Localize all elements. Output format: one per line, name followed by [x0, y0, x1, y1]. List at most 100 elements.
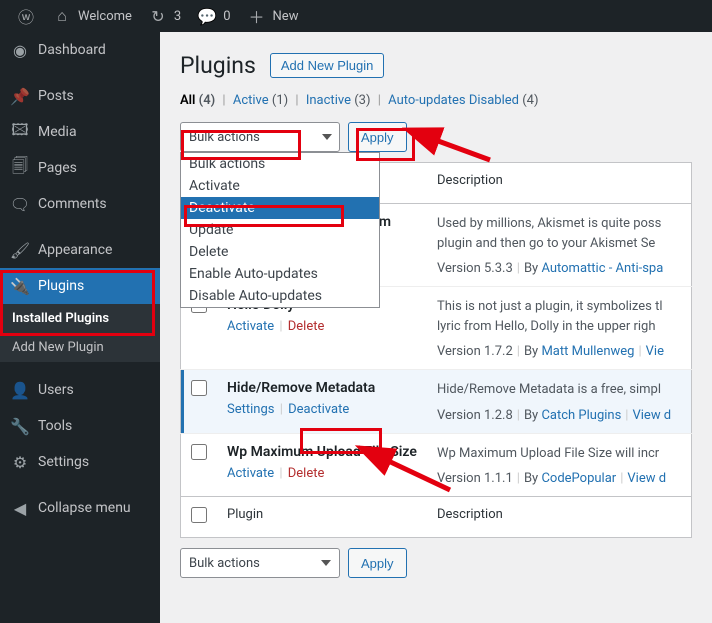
row-actions: Activate | Delete	[227, 319, 417, 334]
apply-button[interactable]: Apply	[348, 122, 407, 152]
tools-icon: 🔧	[10, 416, 30, 436]
plugin-by: By	[524, 408, 541, 423]
row-checkbox[interactable]	[191, 444, 207, 460]
collapse-label: Collapse menu	[38, 500, 131, 516]
comments[interactable]: 💬0	[189, 0, 238, 32]
col-description[interactable]: Description	[427, 163, 692, 204]
plugin-description: Hide/Remove Metadata is a free, simpl	[437, 380, 681, 400]
bulk-option-activate[interactable]: Activate	[181, 175, 379, 197]
sidebar-item-label: Posts	[38, 88, 74, 104]
bulk-option-enable-auto[interactable]: Enable Auto-updates	[181, 263, 379, 285]
plugin-description: This is not just a plugin, it symbolizes…	[437, 297, 681, 336]
bulk-option-delete[interactable]: Delete	[181, 241, 379, 263]
admin-sidebar: ◉ Dashboard 📌 Posts 🖾 Media 🗐 Pages 🗨 Comment…	[0, 32, 160, 623]
main-content: Plugins Add New Plugin All (4) | Active …	[160, 32, 712, 623]
plugin-by: By	[524, 261, 541, 276]
submenu-add-new-plugin[interactable]: Add New Plugin	[0, 333, 160, 362]
users-icon: 👤	[10, 380, 30, 400]
settings-icon: ⚙	[10, 452, 30, 472]
plugin-view-link[interactable]: View d	[627, 471, 666, 486]
row-action-delete[interactable]: Delete	[288, 319, 325, 334]
updates-count: 3	[174, 9, 181, 24]
wp-logo[interactable]: ⓦ	[8, 0, 44, 32]
row-action-activate[interactable]: Activate	[227, 319, 274, 334]
filter-all[interactable]: All (4)	[180, 93, 215, 108]
sidebar-item-plugins[interactable]: 🔌Plugins	[0, 268, 160, 304]
row-action-delete[interactable]: Delete	[288, 466, 325, 481]
dashboard-icon: ◉	[10, 40, 30, 60]
sidebar-item-users[interactable]: 👤Users	[0, 372, 160, 408]
sidebar-item-label: Pages	[38, 160, 77, 176]
site-name: Welcome	[78, 9, 132, 24]
sidebar-item-tools[interactable]: 🔧Tools	[0, 408, 160, 444]
sidebar-item-dashboard[interactable]: ◉ Dashboard	[0, 32, 160, 68]
submenu-installed-plugins[interactable]: Installed Plugins	[0, 304, 160, 333]
refresh-icon: ↻	[148, 6, 168, 26]
plugin-author-link[interactable]: CodePopular	[541, 471, 616, 486]
sidebar-item-appearance[interactable]: 🖌 Appearance	[0, 232, 160, 268]
brush-icon: 🖌	[10, 240, 30, 260]
sidebar-item-label: Media	[38, 124, 77, 140]
bulk-actions-select-bottom[interactable]: Bulk actions	[180, 548, 340, 578]
media-icon: 🖾	[10, 122, 30, 142]
comment-icon: 🗨	[10, 194, 30, 214]
sidebar-item-posts[interactable]: 📌 Posts	[0, 78, 160, 114]
bulk-actions-wrap: Bulk actions Bulk actions Activate Deact…	[180, 122, 340, 152]
sidebar-item-comments[interactable]: 🗨 Comments	[0, 186, 160, 222]
page-icon: 🗐	[10, 158, 30, 178]
plugin-version: Version 1.7.2	[437, 344, 513, 359]
chevron-down-icon	[321, 560, 331, 566]
sidebar-item-label: Dashboard	[38, 42, 106, 58]
plugin-by: By	[524, 471, 541, 486]
plugins-submenu: Installed Plugins Add New Plugin	[0, 304, 160, 362]
plugin-view-link[interactable]: View d	[632, 408, 671, 423]
page-title: Plugins	[180, 52, 256, 79]
apply-button-bottom[interactable]: Apply	[348, 548, 407, 578]
collapse-menu[interactable]: ◀ Collapse menu	[0, 490, 160, 526]
col-plugin-foot: Plugin	[217, 497, 427, 538]
sidebar-item-settings[interactable]: ⚙ Settings	[0, 444, 160, 480]
admin-bar: ⓦ ⌂Welcome ↻3 💬0 ＋New	[0, 0, 712, 32]
plugin-name: Wp Maximum Upload File Size	[227, 444, 417, 460]
plugin-name: Hide/Remove Metadata	[227, 380, 417, 396]
plugin-version: Version 5.3.3	[437, 261, 513, 276]
select-all-bottom[interactable]	[191, 507, 207, 523]
plugin-view-link[interactable]: Vie	[646, 344, 664, 359]
bulk-selected-label: Bulk actions	[189, 130, 260, 145]
plus-icon: ＋	[247, 6, 267, 26]
plugin-author-link[interactable]: Automattic - Anti-spa	[541, 261, 663, 276]
sidebar-item-label: Plugins	[38, 278, 84, 294]
bulk-actions-select[interactable]: Bulk actions	[180, 122, 340, 152]
row-action-settings[interactable]: Settings	[227, 402, 274, 417]
row-action-deactivate[interactable]: Deactivate	[288, 402, 349, 417]
plugin-description: Used by millions, Akismet is quite poss …	[437, 214, 681, 253]
table-row: Wp Maximum Upload File SizeActivate | De…	[181, 433, 692, 497]
bulk-option-update[interactable]: Update	[181, 219, 379, 241]
row-checkbox[interactable]	[191, 380, 207, 396]
plugin-author-link[interactable]: Catch Plugins	[541, 408, 621, 423]
add-new-plugin-button[interactable]: Add New Plugin	[270, 53, 385, 78]
plugin-meta: Version 1.7.2|By Matt Mullenweg|Vie	[437, 344, 681, 359]
plugin-filters: All (4) | Active (1) | Inactive (3) | Au…	[180, 93, 692, 108]
sidebar-item-label: Settings	[38, 454, 89, 470]
filter-auto-updates[interactable]: Auto-updates Disabled (4)	[388, 93, 538, 108]
filter-inactive[interactable]: Inactive (3)	[306, 93, 371, 108]
plugin-author-link[interactable]: Matt Mullenweg	[541, 344, 634, 359]
chevron-down-icon	[322, 134, 332, 140]
new[interactable]: ＋New	[239, 0, 307, 32]
site-home[interactable]: ⌂Welcome	[44, 0, 140, 32]
plugin-by: By	[524, 344, 541, 359]
bulk-option-bulk-actions[interactable]: Bulk actions	[181, 153, 379, 175]
sidebar-item-pages[interactable]: 🗐 Pages	[0, 150, 160, 186]
sidebar-item-media[interactable]: 🖾 Media	[0, 114, 160, 150]
bulk-option-disable-auto[interactable]: Disable Auto-updates	[181, 285, 379, 307]
pin-icon: 📌	[10, 86, 30, 106]
collapse-icon: ◀	[10, 498, 30, 518]
bulk-actions-dropdown: Bulk actions Activate Deactivate Update …	[180, 152, 380, 308]
filter-active[interactable]: Active (1)	[233, 93, 288, 108]
updates[interactable]: ↻3	[140, 0, 189, 32]
sidebar-item-label: Comments	[38, 196, 107, 212]
row-action-activate[interactable]: Activate	[227, 466, 274, 481]
bulk-option-deactivate[interactable]: Deactivate	[181, 197, 379, 219]
sidebar-item-label: Appearance	[38, 242, 112, 258]
